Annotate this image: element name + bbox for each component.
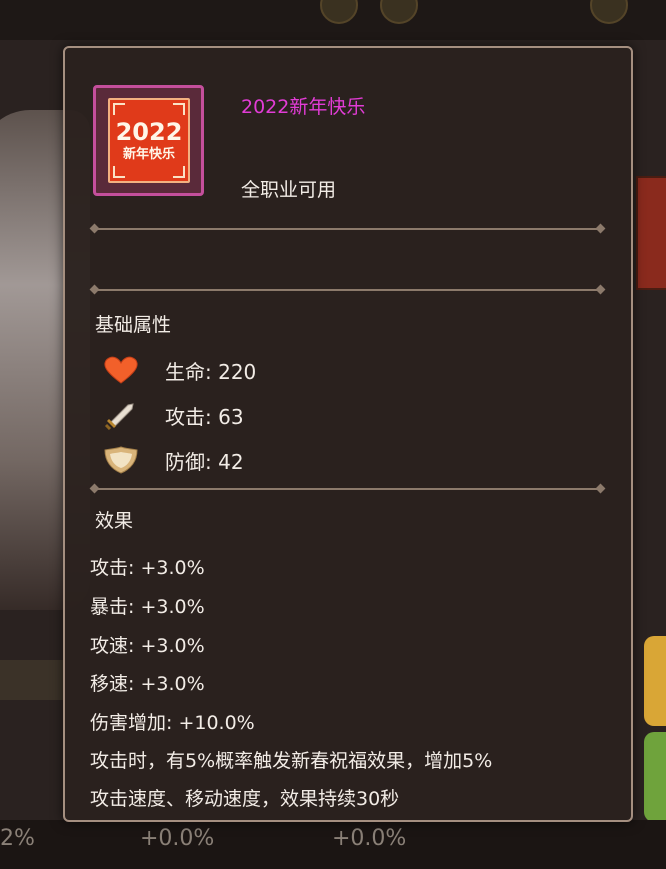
top-bar [0, 0, 666, 40]
add-icon [590, 0, 628, 24]
item-icon-year: 2022 [115, 117, 183, 146]
effect-line: 暴击: +3.0% [90, 596, 205, 618]
effect-line: 攻速: +3.0% [90, 635, 205, 657]
effect-line: 攻击: +3.0% [90, 557, 205, 579]
side-button-green[interactable] [644, 732, 666, 822]
base-stats-title: 基础属性 [95, 314, 172, 336]
shield-icon [101, 445, 141, 475]
new-year-2022-card-icon: 2022 新年快乐 [108, 98, 190, 183]
item-icon-frame: 2022 新年快乐 [93, 85, 204, 196]
divider [94, 488, 601, 490]
stat-hp-text: 生命: 220 [165, 359, 257, 384]
stat-attack-text: 攻击: 63 [165, 404, 244, 429]
item-tooltip-panel: 2022 新年快乐 2022新年快乐 全职业可用 基础属性 生命: 220 攻击… [63, 46, 633, 822]
skill-strip [0, 660, 66, 700]
divider [94, 289, 601, 291]
bottom-value-1: 2% [0, 826, 35, 851]
gold-icon [380, 0, 418, 24]
stat-defense-text: 防御: 42 [165, 449, 244, 474]
effects-title: 效果 [95, 510, 134, 532]
bottom-value-2: +0.0% [140, 826, 215, 851]
item-class-restriction: 全职业可用 [241, 179, 337, 201]
effect-line: 攻击速度、移动速度，效果持续30秒 [90, 788, 400, 810]
stat-hp: 生命: 220 [101, 355, 256, 385]
bottom-value-3: +0.0% [332, 826, 407, 851]
heart-icon [101, 355, 141, 385]
effect-line: 伤害增加: +10.0% [90, 712, 255, 734]
item-name: 2022新年快乐 [241, 96, 366, 118]
side-card [636, 176, 666, 290]
effect-line: 攻击时，有5%概率触发新春祝福效果，增加5% [90, 750, 493, 772]
divider [94, 228, 601, 230]
side-button-yellow[interactable] [644, 636, 666, 726]
sword-icon [101, 400, 141, 430]
coin-icon [320, 0, 358, 24]
effect-line: 移速: +3.0% [90, 673, 205, 695]
item-icon-text: 新年快乐 [122, 146, 175, 162]
stat-defense: 防御: 42 [101, 445, 244, 475]
stat-attack: 攻击: 63 [101, 400, 244, 430]
